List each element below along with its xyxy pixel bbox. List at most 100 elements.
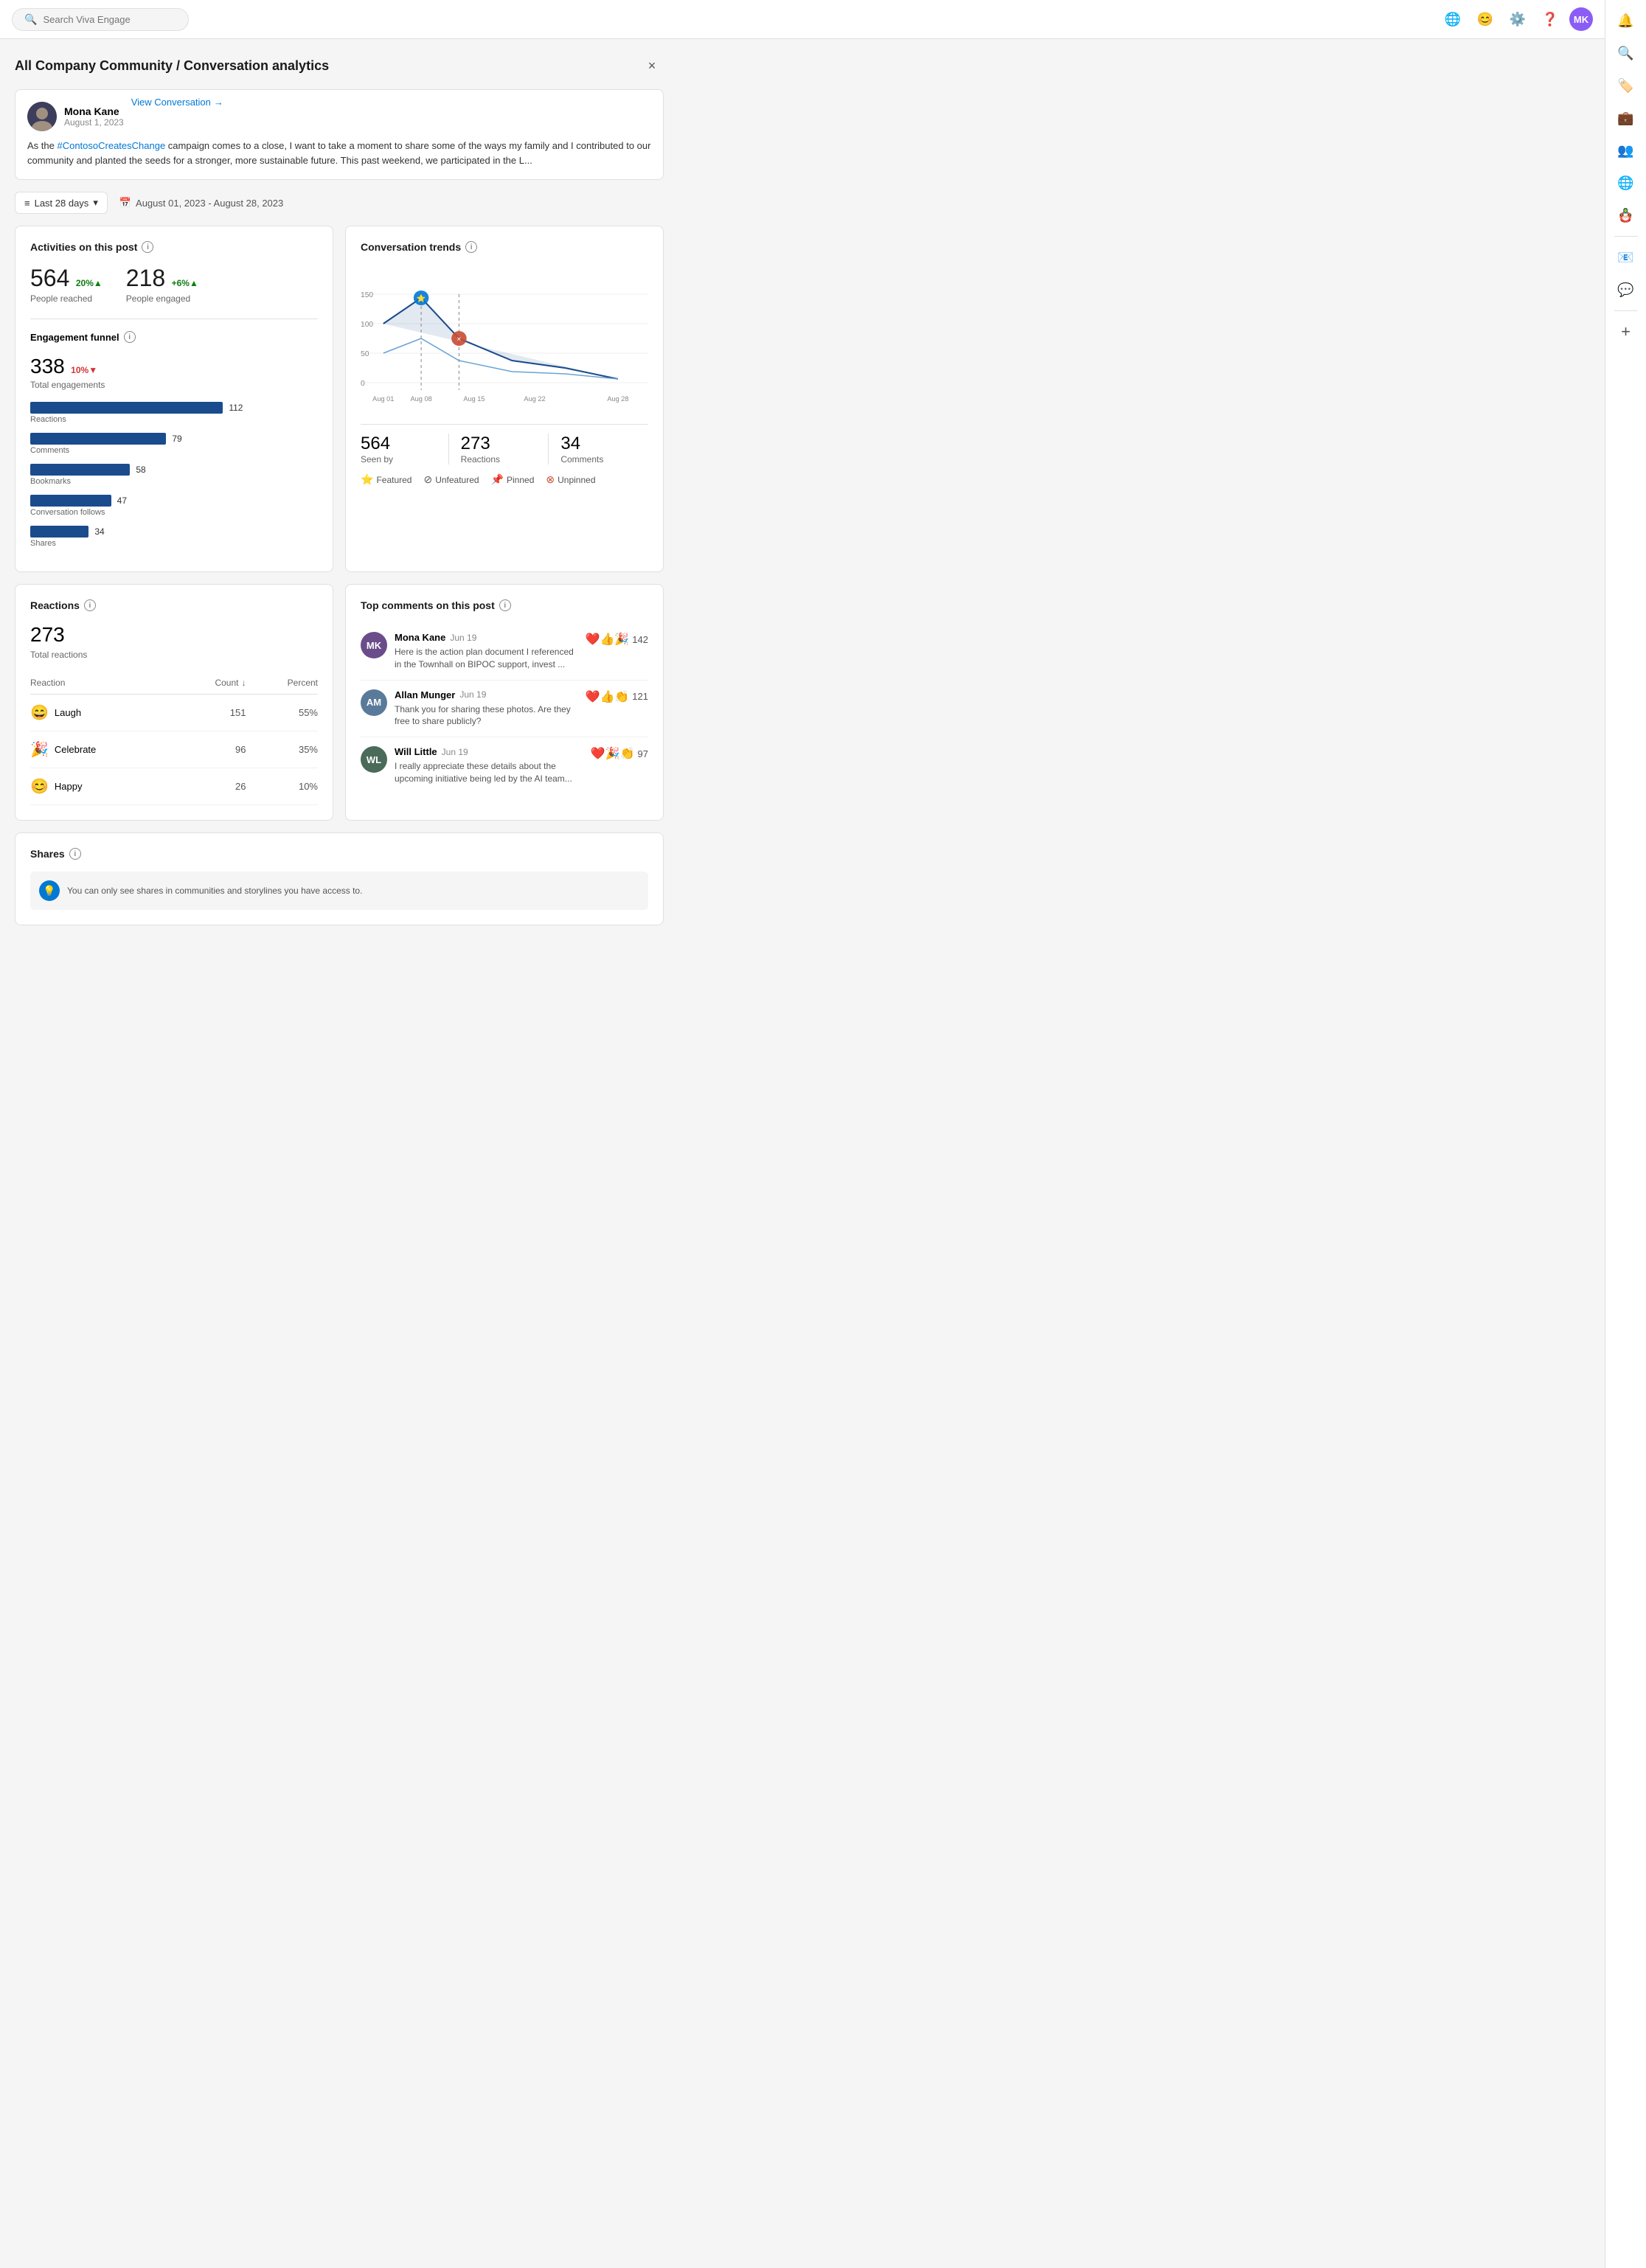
seen-by-value: 564 (361, 434, 437, 454)
comment-reactions: ❤️🎉👏 97 (591, 746, 648, 761)
reaction-percent: 10% (246, 781, 319, 792)
date-range: 📅 August 01, 2023 - August 28, 2023 (119, 197, 283, 209)
puppet-icon[interactable]: 🪆 (1611, 201, 1641, 230)
reactions-stat: 273 Reactions (449, 434, 549, 465)
bar-row: 34 Shares (30, 526, 318, 548)
globe-topbar-icon[interactable]: 🌐 (1440, 6, 1466, 32)
funnel-info-icon[interactable]: i (124, 331, 136, 343)
legend-unpinned: ⊗ Unpinned (546, 473, 595, 486)
bar-label: Comments (30, 446, 318, 455)
comment-reactions: ❤️👍🎉 142 (586, 632, 648, 647)
chart-legend: ⭐ Featured ⊘ Unfeatured 📌 Pinned ⊗ Unpin… (361, 473, 648, 486)
col-count-header: Count ↓ (174, 678, 246, 688)
bar-row: 79 Comments (30, 433, 318, 455)
right-sidebar: 🔔 🔍 🏷️ 💼 👥 🌐 🪆 📧 💬 + (1605, 0, 1646, 2268)
comment-author: Will Little (395, 746, 437, 757)
engagement-funnel-title: Engagement funnel i (30, 331, 318, 343)
topbar-icons: 🌐 😊 ⚙️ ❓ MK (1440, 6, 1593, 32)
search-box[interactable]: 🔍 (12, 8, 189, 31)
view-conversation-link[interactable]: View Conversation → (131, 97, 223, 108)
people-icon[interactable]: 👥 (1611, 136, 1641, 165)
settings-topbar-icon[interactable]: ⚙️ (1504, 6, 1531, 32)
people-reached-label: People reached (30, 293, 103, 304)
emoji-topbar-icon[interactable]: 😊 (1472, 6, 1499, 32)
people-engaged-change: +6%▲ (172, 278, 198, 288)
trends-card: Conversation trends i 0 50 100 (345, 226, 664, 572)
shares-title: Shares i (30, 848, 648, 860)
add-icon[interactable]: + (1611, 317, 1641, 347)
svg-text:Aug 22: Aug 22 (524, 395, 545, 403)
bar-fill (30, 526, 88, 538)
trends-title: Conversation trends i (361, 241, 648, 253)
post-hashtag[interactable]: #ContosoCreatesChange (57, 140, 165, 151)
pinned-icon: 📌 (491, 473, 504, 486)
tag-icon[interactable]: 🏷️ (1611, 71, 1641, 100)
reaction-name: 🎉 Celebrate (30, 740, 174, 759)
top-comments-info-icon[interactable]: i (499, 599, 511, 611)
reaction-name: 😊 Happy (30, 777, 174, 796)
chat-icon[interactable]: 💬 (1611, 275, 1641, 305)
reactions-total: 273 (30, 623, 318, 647)
comment-avatar: MK (361, 632, 387, 658)
bar-fill (30, 433, 166, 445)
reaction-count: 96 (174, 744, 246, 755)
author-info: Mona Kane August 1, 2023 (64, 105, 124, 128)
post-content: As the #ContosoCreatesChange campaign co… (27, 139, 651, 167)
svg-text:150: 150 (361, 291, 373, 299)
people-reached-change: 20%▲ (76, 278, 103, 288)
top-comments-card: Top comments on this post i MK Mona Kane… (345, 584, 664, 821)
people-engaged-metric: 218 +6%▲ People engaged (126, 265, 198, 304)
period-filter-button[interactable]: ≡ Last 28 days ▾ (15, 192, 108, 214)
notifications-icon[interactable]: 🔔 (1611, 6, 1641, 35)
activities-info-icon[interactable]: i (142, 241, 153, 253)
reaction-name: 😄 Laugh (30, 703, 174, 722)
comments-label: Comments (560, 454, 636, 465)
bar-value: 47 (117, 495, 127, 506)
reaction-row: 🎉 Celebrate 96 35% (30, 731, 318, 768)
svg-text:Aug 08: Aug 08 (410, 395, 431, 403)
svg-text:0: 0 (361, 380, 365, 388)
close-button[interactable]: × (640, 54, 664, 77)
trends-info-icon[interactable]: i (465, 241, 477, 253)
total-engagements-value: 338 (30, 355, 65, 378)
bar-row: 58 Bookmarks (30, 464, 318, 486)
bar-fill (30, 464, 130, 476)
chart-bottom-stats: 564 Seen by 273 Reactions 34 Comments (361, 424, 648, 465)
reactions-info-icon[interactable]: i (84, 599, 96, 611)
second-row-grid: Reactions i 273 Total reactions Reaction… (15, 584, 664, 821)
user-avatar[interactable]: MK (1569, 7, 1593, 31)
comment-date: Jun 19 (442, 747, 468, 757)
reaction-emoji: 🎉 (30, 740, 49, 759)
people-reached-value: 564 (30, 265, 69, 291)
search-icon[interactable]: 🔍 (1611, 38, 1641, 68)
pinned-label: Pinned (507, 475, 534, 485)
unfeatured-icon: ⊘ (423, 473, 432, 486)
people-engaged-label: People engaged (126, 293, 198, 304)
activities-card: Activities on this post i 564 20%▲ Peopl… (15, 226, 333, 572)
info-bulb-icon: 💡 (39, 880, 60, 901)
reaction-label: Laugh (55, 707, 81, 718)
metrics-row: 564 20%▲ People reached 218 +6%▲ (30, 265, 318, 304)
outlook-icon[interactable]: 📧 (1611, 243, 1641, 272)
reaction-count: 151 (174, 707, 246, 718)
search-input[interactable] (43, 14, 176, 25)
bar-fill (30, 495, 111, 507)
comment-author-line: Allan Munger Jun 19 (395, 689, 578, 700)
page-header: All Company Community / Conversation ana… (15, 54, 664, 77)
bar-label: Reactions (30, 415, 318, 424)
svg-text:Aug 01: Aug 01 (372, 395, 394, 403)
legend-pinned: 📌 Pinned (491, 473, 535, 486)
bar-value: 34 (94, 526, 104, 537)
globe-icon[interactable]: 🌐 (1611, 168, 1641, 198)
help-topbar-icon[interactable]: ❓ (1537, 6, 1563, 32)
period-label: Last 28 days (35, 198, 89, 209)
briefcase-icon[interactable]: 💼 (1611, 103, 1641, 133)
shares-info-icon[interactable]: i (69, 848, 81, 860)
comment-body: Mona Kane Jun 19 Here is the action plan… (395, 632, 578, 671)
bar-label: Shares (30, 539, 318, 548)
bar-label: Bookmarks (30, 477, 318, 486)
author-avatar (27, 102, 57, 131)
comment-author-line: Mona Kane Jun 19 (395, 632, 578, 643)
people-engaged-value: 218 (126, 265, 165, 291)
reaction-row: 😊 Happy 26 10% (30, 768, 318, 805)
